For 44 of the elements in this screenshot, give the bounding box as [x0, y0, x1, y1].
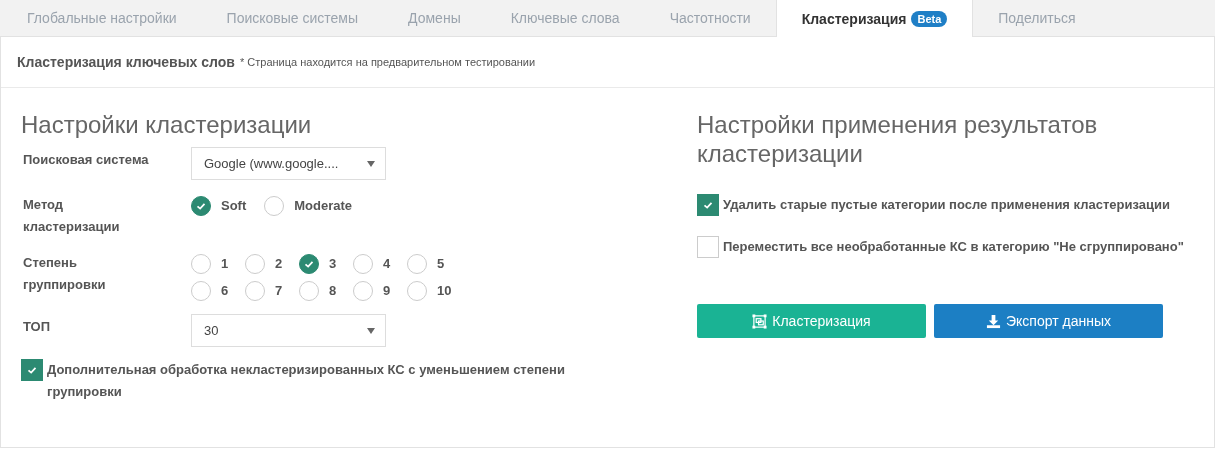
select-field[interactable]: Google (www.google....	[191, 147, 386, 180]
export-button[interactable]: Экспорт данных	[934, 304, 1163, 338]
option-label: 6	[221, 283, 229, 298]
checkbox[interactable]	[697, 236, 719, 258]
option-label: 3	[329, 256, 337, 271]
checkbox[interactable]	[21, 359, 43, 381]
checkbox-label: Дополнительная обработка некластеризированных КС с уменьшением степени групировки	[47, 361, 566, 401]
field-label: Поисковая система	[22, 151, 150, 169]
tab[interactable]: Глобальные настройки	[2, 0, 202, 36]
option-label: Moderate	[294, 198, 353, 213]
page-title: Кластеризация ключевых слов	[17, 54, 235, 70]
option-label: Soft	[221, 198, 247, 213]
caret-icon	[367, 327, 375, 334]
option-label: 10	[437, 283, 452, 298]
option-label: 5	[437, 256, 445, 271]
option-label: 8	[329, 283, 337, 298]
option-label: 7	[275, 283, 283, 298]
tab[interactable]: Частотности	[644, 0, 776, 36]
option-label: 2	[275, 256, 283, 271]
select-field[interactable]: 30	[191, 314, 386, 347]
option-label: 4	[383, 256, 391, 271]
tab[interactable]: Поисковые системы	[201, 0, 384, 36]
option-label: 9	[383, 283, 391, 298]
field-label: Метод кластеризации	[22, 196, 121, 236]
frame-icon	[752, 313, 768, 329]
radio-button[interactable]	[299, 253, 319, 274]
field-label: ТОП	[22, 318, 52, 336]
section-title: Настройки кластеризации	[21, 110, 313, 139]
caret-icon	[367, 160, 375, 167]
tab[interactable]: Поделиться	[973, 0, 1101, 36]
checkbox-label: Удалить старые пустые категории после применения кластеризации	[723, 196, 1170, 214]
option-label: 1	[221, 256, 229, 271]
tab[interactable]: Кластеризация Beta	[775, 0, 974, 37]
section-title: Настройки применения результатов кластеризации	[697, 110, 1099, 168]
beta-badge: Beta	[911, 10, 948, 27]
field-label: Степень группировки	[22, 254, 107, 294]
page-note: * Страница находится на предварительном тестировании	[239, 56, 536, 68]
checkbox-label: Переместить все необработанные КС в категорию "Не сгруппировано"	[723, 238, 1184, 256]
download-icon	[986, 313, 1001, 329]
cluster-button[interactable]: Кластеризация	[697, 304, 926, 338]
tab[interactable]: Ключевые слова	[485, 0, 645, 36]
tab[interactable]: Домены	[383, 0, 486, 36]
radio-button[interactable]	[191, 195, 211, 216]
checkbox[interactable]	[697, 194, 719, 216]
